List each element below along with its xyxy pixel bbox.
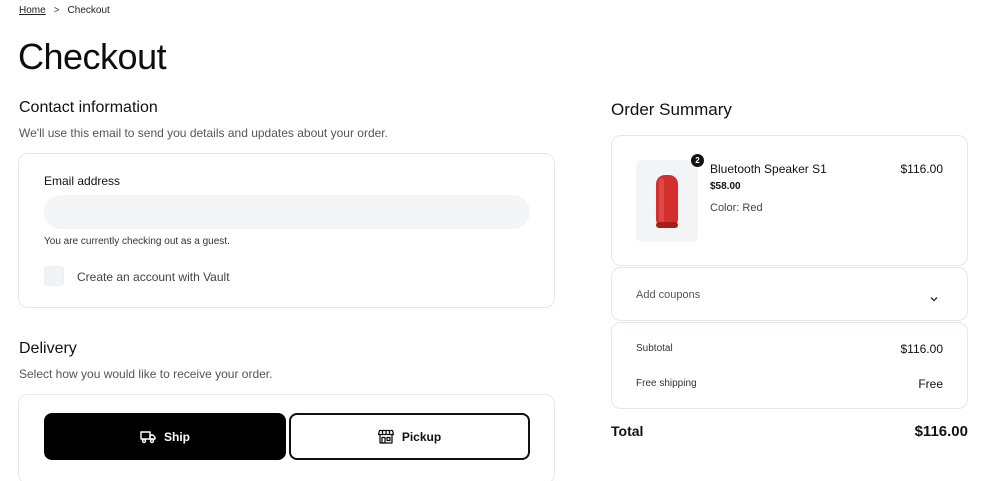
guest-note: You are currently checking out as a gues… [44,236,230,247]
breadcrumb-home-link[interactable]: Home [19,5,46,16]
store-icon [377,429,394,444]
subtotal-value: $116.00 [900,342,944,356]
contact-section-subtitle: We'll use this email to send you details… [19,126,388,140]
total-value: $116.00 [914,423,968,440]
breadcrumb-current: Checkout [67,5,110,16]
coupon-card[interactable]: Add coupons [611,267,968,321]
ship-option-label: Ship [164,429,190,444]
total-label: Total [611,423,644,439]
create-account-checkbox[interactable] [44,266,64,286]
totals-card: Subtotal $116.00 Free shipping Free [611,322,968,409]
ship-option-button[interactable]: Ship [44,413,286,460]
order-item-card: 2 Bluetooth Speaker S1 $58.00 Color: Red… [611,135,968,266]
truck-icon [140,430,156,444]
page-title: Checkout [18,36,167,77]
delivery-section-subtitle: Select how you would like to receive you… [19,367,273,381]
breadcrumb: Home > Checkout [19,5,110,16]
product-name: Bluetooth Speaker S1 [710,162,827,176]
breadcrumb-separator: > [53,5,60,16]
pickup-option-label: Pickup [401,429,442,444]
order-summary-title: Order Summary [611,100,732,119]
product-unit-price: $58.00 [710,181,741,192]
product-color: Color: Red [710,202,763,214]
chevron-down-icon [929,290,939,308]
contact-section-title: Contact information [19,99,158,116]
email-input[interactable] [44,195,530,229]
create-account-label[interactable]: Create an account with Vault [77,270,230,284]
speaker-image [656,175,678,228]
quantity-badge: 2 [691,154,704,167]
email-label: Email address [44,174,121,188]
shipping-label: Free shipping [636,378,697,389]
delivery-card: Ship Pickup [18,394,555,481]
subtotal-label: Subtotal [636,343,673,354]
coupon-label: Add coupons [636,289,701,301]
product-line-total: $116.00 [900,162,944,176]
contact-card: Email address You are currently checking… [18,153,555,308]
shipping-value: Free [918,377,943,391]
pickup-option-button[interactable]: Pickup [289,413,530,460]
product-thumbnail [636,160,698,242]
delivery-section-title: Delivery [19,340,77,357]
